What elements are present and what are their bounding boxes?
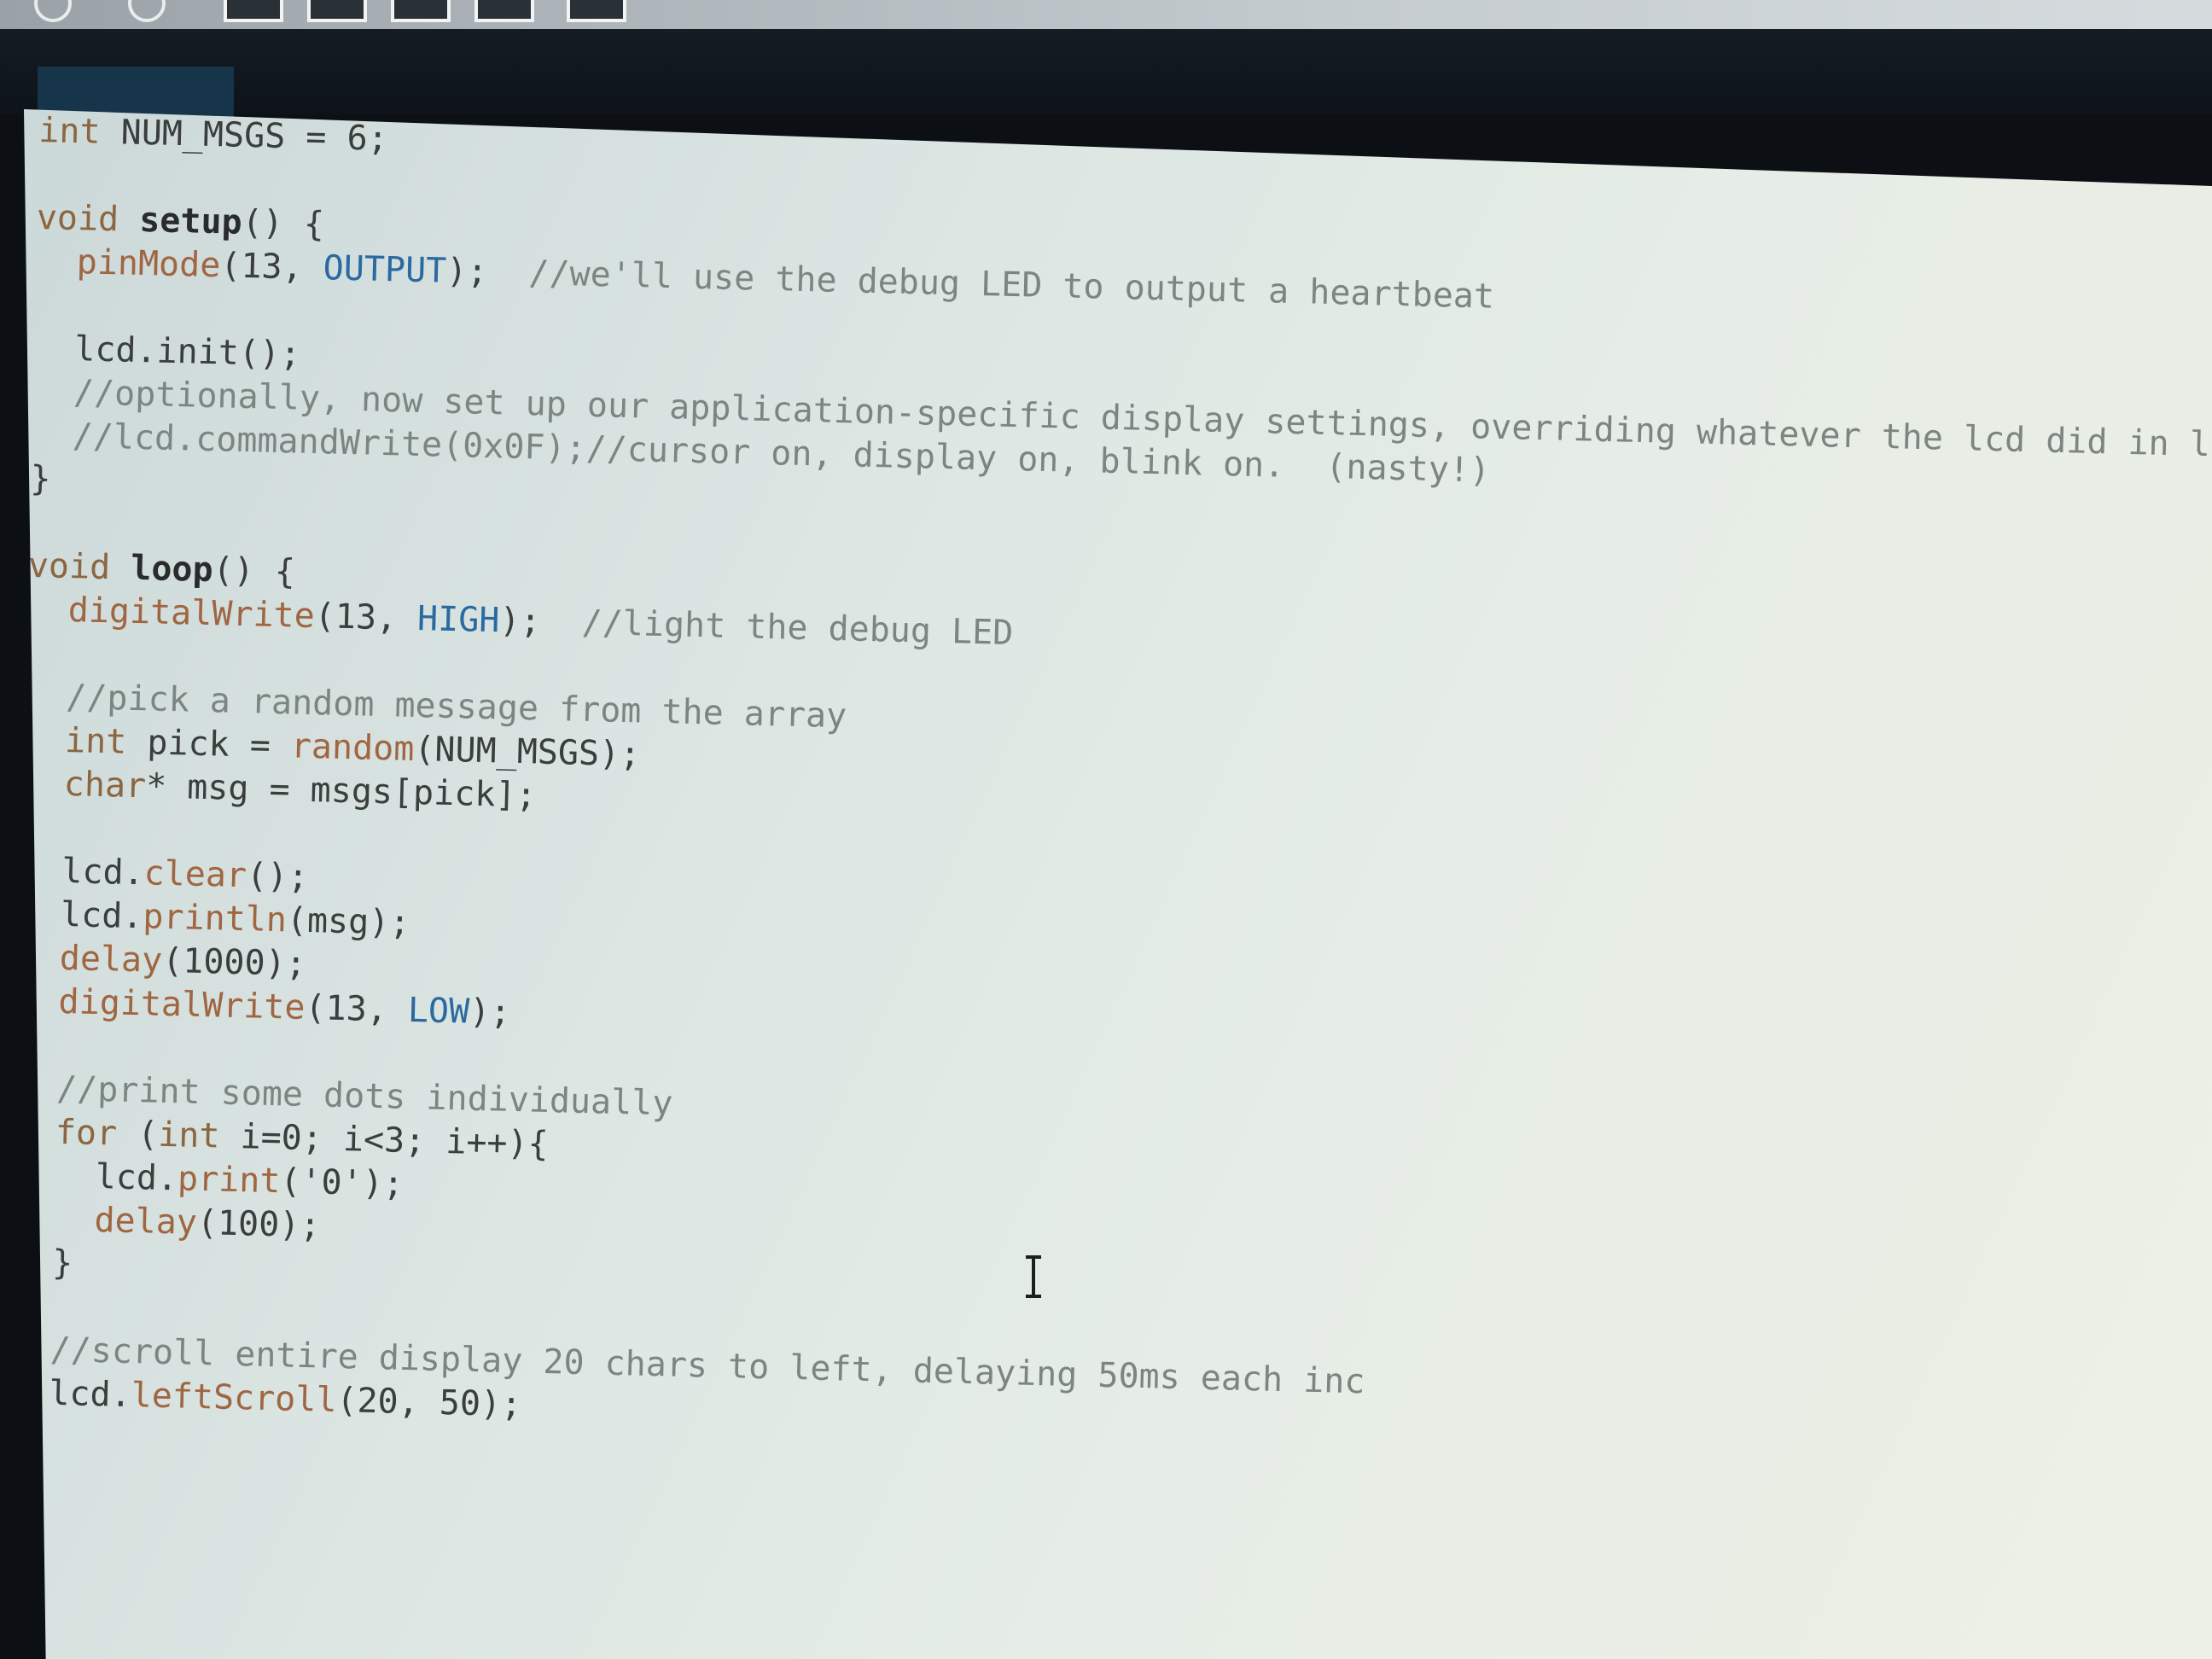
code-token: () {: [242, 202, 325, 245]
code-token: void: [36, 197, 119, 240]
code-token: setup: [138, 200, 243, 242]
code-token: }: [51, 1243, 73, 1284]
code-token: void: [27, 545, 111, 588]
code-token: digitalWrite: [58, 981, 306, 1027]
code-token: lcd.: [24, 1155, 178, 1199]
code-token: for: [55, 1112, 118, 1154]
code-editor[interactable]: int NUM_MSGS = 6; void setup() { pinMode(…: [24, 109, 2212, 1659]
code-token: NUM_MSGS = 6;: [100, 112, 389, 159]
code-token: (20, 50);: [335, 1380, 522, 1425]
code-token: ('0');: [279, 1161, 405, 1204]
code-token: loop: [130, 548, 214, 591]
code-token: clear: [143, 853, 247, 896]
code-token: * msg = msgs[pick];: [145, 766, 538, 816]
code-token: delay: [93, 1200, 198, 1243]
code-token: HIGH: [416, 599, 500, 641]
code-text[interactable]: int NUM_MSGS = 6; void setup() { pinMode(…: [24, 109, 2212, 1513]
code-token: digitalWrite: [67, 591, 316, 637]
code-token: pick =: [125, 722, 292, 766]
code-token: print: [177, 1159, 282, 1202]
code-token: lcd.: [24, 894, 143, 937]
toolbar: [0, 0, 2212, 29]
open-button[interactable]: [307, 0, 367, 22]
code-token: println: [142, 897, 288, 940]
code-token: (13,: [314, 597, 418, 638]
code-token: ();: [246, 856, 309, 897]
code-token: );: [469, 992, 511, 1033]
code-token: pinMode: [76, 242, 221, 286]
new-button[interactable]: [224, 0, 283, 22]
code-token: lcd.: [24, 850, 145, 894]
code-token: lcd.: [48, 1373, 132, 1416]
code-token: }: [29, 458, 52, 499]
upload-button[interactable]: [474, 0, 534, 22]
code-token: (NUM_MSGS);: [413, 729, 641, 775]
code-token: (100);: [196, 1202, 321, 1246]
tab-bar: [0, 29, 2212, 126]
code-token: (: [116, 1114, 159, 1155]
code-token: () {: [212, 550, 296, 592]
code-token: //light the debug LED: [581, 602, 1014, 654]
code-token: (13,: [219, 246, 324, 288]
code-token: int: [157, 1115, 221, 1156]
code-token: (1000);: [161, 940, 307, 984]
code-token: );: [498, 601, 583, 643]
code-token: int: [38, 110, 102, 152]
code-token: char: [63, 764, 147, 806]
save-button[interactable]: [391, 0, 451, 22]
ide-screen: int NUM_MSGS = 6; void setup() { pinMode(…: [0, 0, 2212, 1659]
verify-button[interactable]: [34, 0, 72, 22]
code-token: OUTPUT: [323, 248, 447, 291]
code-token: i=0; i<3; i++){: [218, 1116, 550, 1164]
stop-button[interactable]: [128, 0, 166, 22]
code-token: delay: [59, 938, 163, 981]
code-token: leftScroll: [131, 1376, 338, 1420]
code-token: );: [445, 251, 530, 294]
code-token: (msg);: [286, 900, 410, 943]
text-ibeam-cursor-icon: [1026, 1255, 1041, 1298]
serial-monitor-button[interactable]: [567, 0, 626, 22]
code-token: lcd.init();: [32, 328, 301, 375]
code-token: }: [24, 1416, 28, 1457]
code-token: int: [64, 720, 127, 762]
code-token: LOW: [407, 990, 470, 1032]
code-token: (13,: [304, 987, 409, 1030]
code-token: random: [290, 726, 415, 769]
